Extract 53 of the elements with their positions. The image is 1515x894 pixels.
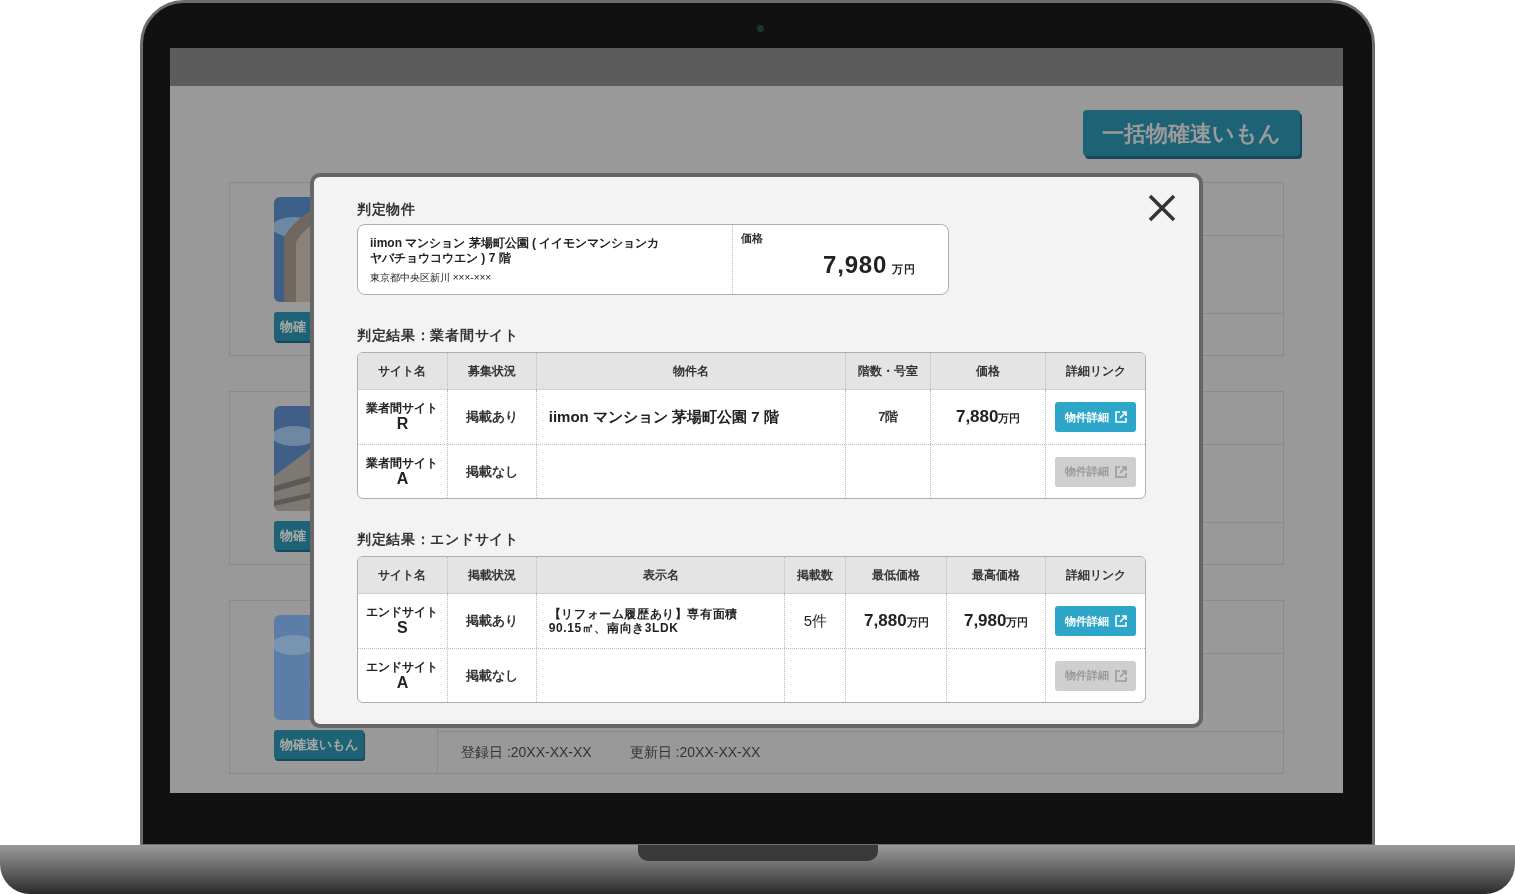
- column-header: 物件名: [673, 363, 710, 380]
- external-link-icon: [1114, 669, 1127, 682]
- external-link-icon: [1114, 465, 1127, 478]
- camera-icon: [757, 25, 764, 32]
- column-header: 掲載数: [797, 567, 834, 584]
- price-value: 7,980 万円: [823, 249, 916, 280]
- table-cell-text: 7階: [878, 408, 899, 427]
- price-value: 7,880万円: [955, 406, 1021, 429]
- site-name: A: [396, 469, 409, 488]
- table-cell-text: 掲載なし: [465, 462, 518, 481]
- property-detail-button[interactable]: 物件詳細: [1055, 402, 1137, 432]
- check-button[interactable]: 物確速いもん: [274, 730, 364, 759]
- updated-date: 更新日 :20XX-XX-XX: [629, 743, 761, 762]
- registered-date: 登録日 :20XX-XX-XX: [461, 743, 592, 762]
- close-icon: [1148, 194, 1176, 222]
- site-type: 業者間サイト: [366, 455, 439, 470]
- bulk-check-button[interactable]: 一括物確速いもん: [1083, 110, 1300, 156]
- external-link-icon: [1114, 411, 1127, 423]
- column-header: 表示名: [642, 567, 679, 584]
- check-button[interactable]: 物確: [274, 312, 312, 341]
- column-header: サイト名: [378, 567, 427, 584]
- listing-title: 【リフォーム履歴あり】専有面積 90.15㎡、南向き3LDK: [548, 607, 739, 635]
- column-header: 階数・号室: [858, 363, 919, 380]
- table-cell-text: 掲載あり: [465, 612, 518, 631]
- property-address: 東京都中央区新川 ×××-×××: [370, 271, 493, 285]
- section-title: 判定結果：業者間サイト: [357, 326, 519, 345]
- price-value: 7,880万円: [864, 610, 929, 633]
- column-header: 詳細リンク: [1065, 567, 1126, 584]
- site-type: 業者間サイト: [366, 401, 439, 415]
- section-title: 判定結果：エンドサイト: [357, 530, 519, 549]
- site-type: エンドサイト: [366, 605, 439, 619]
- site-name: S: [397, 619, 408, 637]
- external-link-icon: [1114, 615, 1127, 627]
- price-value: 7,980万円: [963, 610, 1029, 633]
- column-header: 最低価格: [872, 567, 921, 584]
- listing-count: 5件: [803, 610, 828, 631]
- table-cell-text: 掲載あり: [465, 408, 518, 427]
- site-name: A: [396, 673, 409, 692]
- site-type: エンドサイト: [366, 659, 439, 674]
- property-name: iimon マンション 茅場町公園 ( イイモンマンションカヤバチョウコウエン ) 7 階: [370, 236, 660, 266]
- column-header: 最高価格: [972, 567, 1021, 584]
- site-name: R: [396, 415, 409, 433]
- check-button[interactable]: 物確: [274, 521, 312, 550]
- section-title: 判定物件: [357, 200, 416, 219]
- column-header: 詳細リンク: [1065, 363, 1126, 380]
- table-cell-text: 掲載なし: [465, 666, 518, 685]
- property-name: iimon マンション 茅場町公園 7 階: [548, 406, 779, 427]
- column-header: 価格: [976, 363, 1001, 380]
- property-detail-button[interactable]: 物件詳細: [1055, 606, 1137, 636]
- column-header: 掲載状況: [467, 567, 516, 584]
- price-label: 価格: [741, 231, 763, 246]
- column-header: 募集状況: [467, 363, 516, 380]
- column-header: サイト名: [378, 363, 427, 380]
